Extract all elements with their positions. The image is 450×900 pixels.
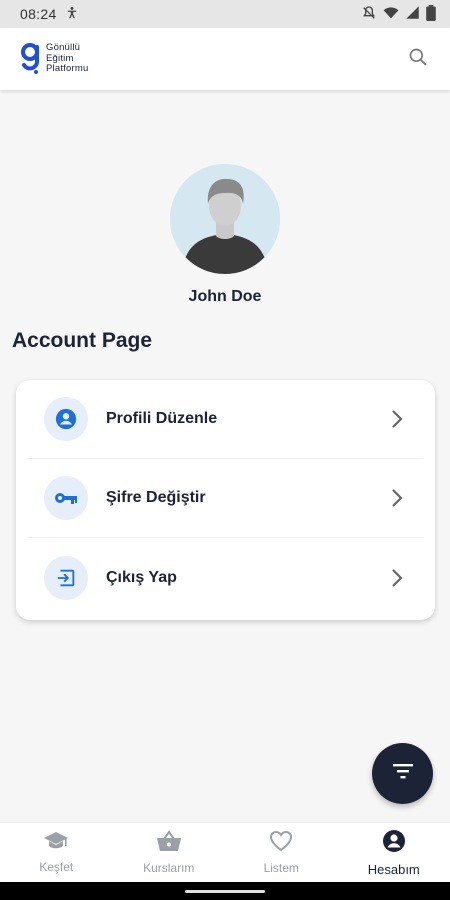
basket-icon [156,830,182,857]
wifi-icon [383,5,399,24]
filter-fab-button[interactable] [372,743,433,804]
chevron-right-icon [387,568,407,588]
menu-item-label: Şifre Değiştir [106,489,206,506]
nav-label: Listem [263,861,299,875]
app-logo[interactable]: Gönüllü Eğitim Platformu [20,39,88,79]
logo-line: Platformu [46,63,89,75]
nav-label: Keşfet [39,860,74,874]
nav-item-kurslarim[interactable]: Kurslarım [113,823,226,882]
nav-item-hesabim[interactable]: Hesabım [338,823,450,882]
chevron-right-icon [387,409,407,429]
account-icon [382,829,406,858]
system-gesture-bar [0,882,450,900]
chevron-right-icon [387,488,407,508]
bottom-nav: Keşfet Kurslarım Listem Hesabım [0,822,450,882]
gesture-handle[interactable] [185,890,265,893]
mute-icon [361,5,377,24]
search-button[interactable] [404,45,432,73]
nav-item-kesfet[interactable]: Keşfet [0,823,113,882]
app-header: Gönüllü Eğitim Platformu [0,28,450,90]
status-bar: 08:24 [0,0,450,28]
page-title: Account Page [12,329,153,352]
user-name: John Doe [188,288,262,305]
battery-icon [426,4,436,24]
signal-icon [405,5,420,23]
accessibility-icon [65,6,79,23]
status-time: 08:24 [20,6,57,22]
logout-icon [44,555,88,600]
profile-section: John Doe [0,164,450,306]
key-icon [44,476,88,520]
account-circle-icon [44,397,88,441]
logo-mark [20,39,42,79]
menu-item-change-password[interactable]: Şifre Değiştir [28,459,423,538]
filter-icon [392,762,414,785]
nav-label: Kurslarım [143,861,195,875]
menu-item-label: Çıkış Yap [106,568,177,586]
logo-text: Gönüllü Eğitim Platformu [46,43,88,75]
heart-icon [269,830,293,857]
graduation-cap-icon [43,831,69,856]
menu-item-logout[interactable]: Çıkış Yap [28,538,423,617]
nav-label: Hesabım [367,861,420,877]
account-menu-card: Profili Düzenle Şifre Değiştir Çıkış Yap [16,380,435,620]
avatar [170,164,280,274]
menu-item-label: Profili Düzenle [106,410,218,427]
menu-item-edit-profile[interactable]: Profili Düzenle [28,380,423,459]
nav-item-listem[interactable]: Listem [225,823,338,882]
search-icon [408,47,428,72]
